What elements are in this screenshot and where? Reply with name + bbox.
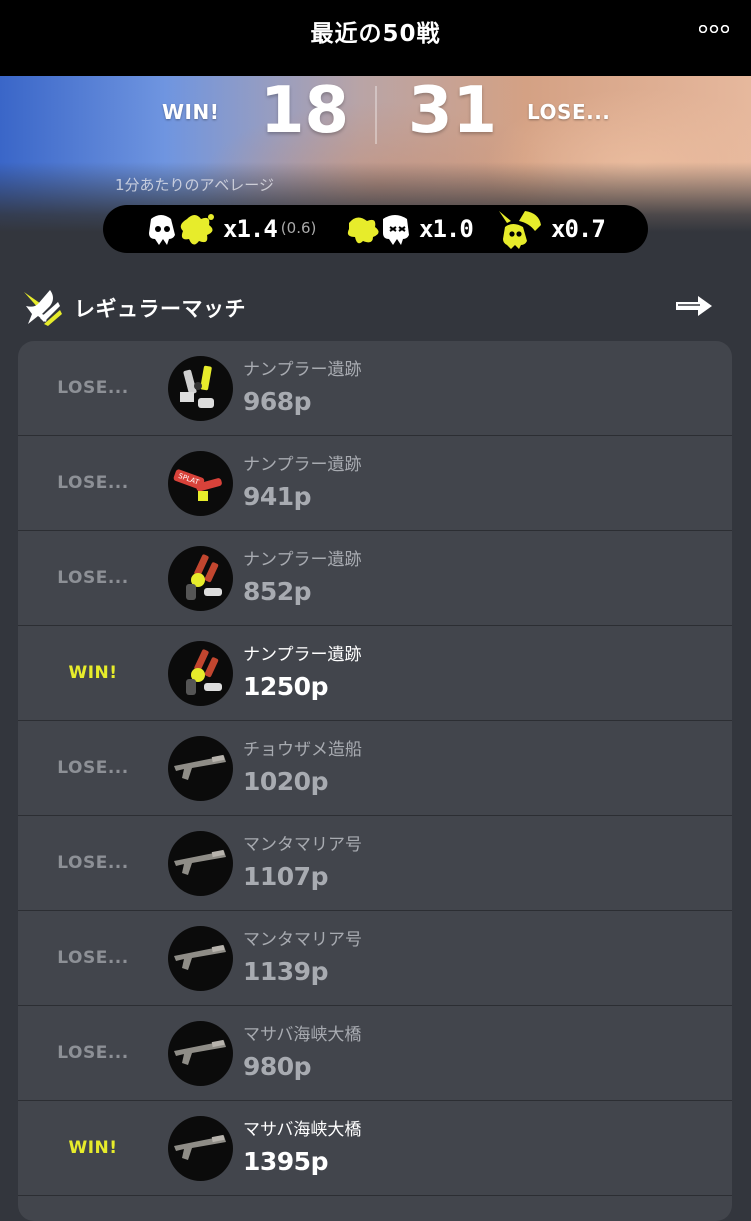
squiffer-icon bbox=[168, 1116, 233, 1181]
power-value: 852p bbox=[243, 577, 312, 606]
death-stat: x1.0 bbox=[343, 205, 474, 253]
death-icon bbox=[347, 215, 409, 245]
page-title: 最近の50戦 bbox=[310, 21, 441, 47]
stage-name: ナンプラー遺跡 bbox=[243, 360, 362, 380]
match-result: WIN! bbox=[68, 1138, 118, 1158]
match-row[interactable]: WIN! ナンプラー遺跡 1250p bbox=[18, 626, 732, 721]
stage-name: ナンプラー遺跡 bbox=[243, 645, 362, 665]
match-row[interactable]: LOSE... マサバ海峡大橋 980p bbox=[18, 1006, 732, 1101]
ellipsis-icon bbox=[699, 25, 729, 33]
stage-name: ナンプラー遺跡 bbox=[243, 550, 362, 570]
stage-name: マンタマリア号 bbox=[243, 930, 362, 950]
special-value: x0.7 bbox=[551, 215, 606, 243]
squiffer-icon bbox=[168, 926, 233, 991]
more-options-button[interactable] bbox=[699, 18, 729, 40]
match-result: LOSE... bbox=[57, 948, 129, 968]
dapple-dualies-icon bbox=[168, 546, 233, 611]
lose-count: 31 bbox=[408, 76, 498, 148]
stage-name: マンタマリア号 bbox=[243, 835, 362, 855]
match-row[interactable]: LOSE... SPLAT ナンプラー遺跡 941p bbox=[18, 436, 732, 531]
kill-value: x1.4 bbox=[223, 215, 278, 243]
match-result: LOSE... bbox=[57, 473, 129, 493]
match-result: LOSE... bbox=[57, 568, 129, 588]
dapple-dualies-icon bbox=[168, 641, 233, 706]
assist-value: (0.6) bbox=[280, 219, 317, 237]
kill-stat: x1.4 (0.6) bbox=[145, 205, 316, 253]
match-result: LOSE... bbox=[57, 758, 129, 778]
power-value: 1020p bbox=[243, 767, 328, 796]
match-row[interactable]: LOSE... マンタマリア号 1107p bbox=[18, 816, 732, 911]
score-divider bbox=[375, 86, 377, 144]
score-summary: WIN! 18 31 LOSE... bbox=[0, 76, 751, 176]
squiffer-icon bbox=[168, 736, 233, 801]
special-stat: x0.7 bbox=[495, 205, 606, 253]
section-title: レギュラーマッチ bbox=[74, 297, 246, 321]
win-label: WIN! bbox=[162, 100, 220, 124]
power-value: 941p bbox=[243, 482, 312, 511]
splash-o-matic-icon bbox=[168, 356, 233, 421]
kill-assist-icon bbox=[149, 214, 214, 245]
power-value: 1107p bbox=[243, 862, 328, 891]
average-per-minute-label: 1分あたりのアベレージ bbox=[115, 176, 274, 194]
average-stats-bar: x1.4 (0.6) x1.0 x0.7 bbox=[103, 205, 648, 253]
stage-name: チョウザメ造船 bbox=[243, 740, 362, 760]
match-row[interactable]: LOSE... マンタマリア号 1139p bbox=[18, 911, 732, 1006]
match-row[interactable]: WIN! マサバ海峡大橋 1395p bbox=[18, 1101, 732, 1196]
top-bar: 最近の50戦 bbox=[0, 0, 751, 76]
match-row[interactable]: LOSE... ナンプラー遺跡 968p bbox=[18, 341, 732, 436]
arrow-right-icon[interactable] bbox=[674, 294, 714, 318]
squiffer-icon bbox=[168, 831, 233, 896]
match-result: LOSE... bbox=[57, 1043, 129, 1063]
power-value: 968p bbox=[243, 387, 312, 416]
power-value: 980p bbox=[243, 1052, 312, 1081]
power-value: 1395p bbox=[243, 1147, 328, 1176]
splash-o-matic-red-icon: SPLAT bbox=[168, 451, 233, 516]
lose-label: LOSE... bbox=[527, 100, 611, 124]
stage-name: マサバ海峡大橋 bbox=[243, 1025, 362, 1045]
match-row[interactable]: LOSE... チョウザメ造船 1020p bbox=[18, 721, 732, 816]
match-row[interactable]: LOSE... ナンプラー遺跡 852p bbox=[18, 531, 732, 626]
match-result: WIN! bbox=[68, 663, 118, 683]
match-list: LOSE... ナンプラー遺跡 968p LOSE... SPLAT ナンプラー遺跡 941… bbox=[18, 341, 732, 1221]
match-result: LOSE... bbox=[57, 853, 129, 873]
power-value: 1139p bbox=[243, 957, 328, 986]
death-value: x1.0 bbox=[419, 215, 474, 243]
match-result: LOSE... bbox=[57, 378, 129, 398]
stage-name: マサバ海峡大橋 bbox=[243, 1120, 362, 1140]
regular-battle-header[interactable]: レギュラーマッチ bbox=[20, 286, 732, 330]
special-icon bbox=[499, 211, 541, 249]
power-value: 1250p bbox=[243, 672, 328, 701]
stage-name: ナンプラー遺跡 bbox=[243, 455, 362, 475]
squiffer-icon bbox=[168, 1021, 233, 1086]
regular-battle-icon bbox=[24, 290, 62, 326]
win-count: 18 bbox=[260, 76, 350, 148]
